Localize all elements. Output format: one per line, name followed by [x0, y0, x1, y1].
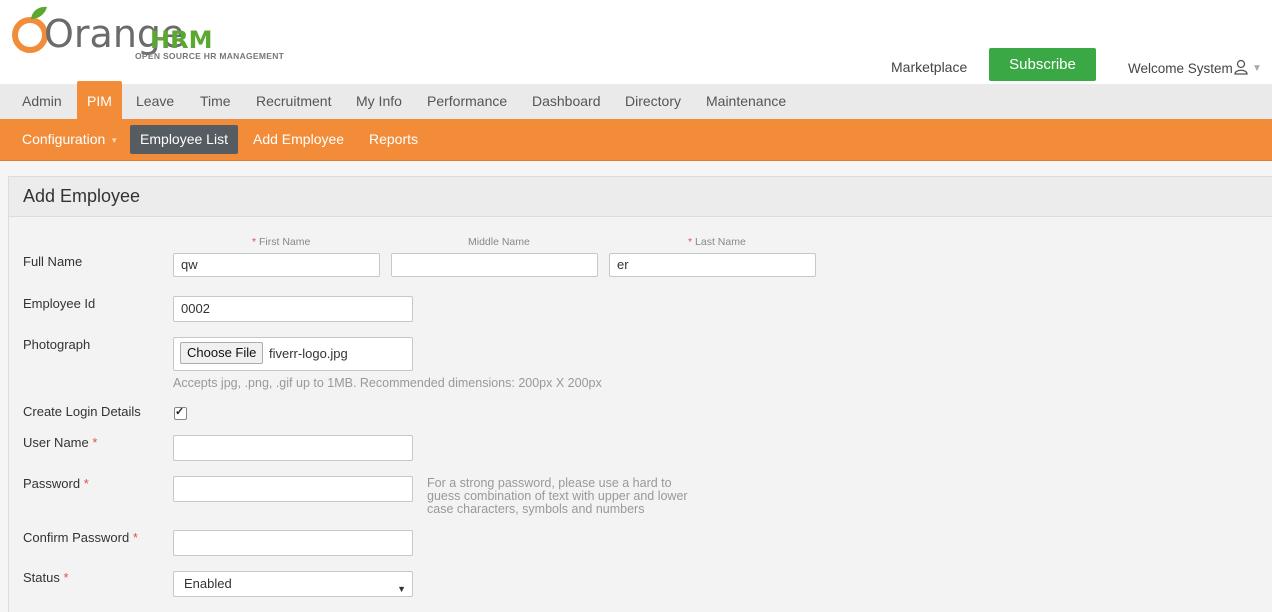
- logo-hrm-text: HRM: [150, 26, 213, 54]
- main-navigation: Admin PIM Leave Time Recruitment My Info…: [0, 81, 1272, 119]
- status-selected-value: Enabled: [184, 576, 232, 591]
- sub-navigation: Configuration ▼ Employee List Add Employe…: [0, 119, 1272, 161]
- panel-header: Add Employee: [9, 177, 1272, 217]
- marketplace-link[interactable]: Marketplace: [891, 59, 967, 75]
- nav-admin[interactable]: Admin: [22, 84, 62, 119]
- page-title: Add Employee: [23, 186, 141, 206]
- photograph-label: Photograph: [23, 337, 91, 352]
- chevron-down-icon[interactable]: ▼: [1252, 63, 1262, 74]
- employee-id-label: Employee Id: [23, 296, 96, 311]
- choose-file-button[interactable]: Choose File: [180, 342, 264, 364]
- full-name-label: Full Name: [23, 254, 83, 269]
- password-hint-line-3: case characters, symbols and numbers: [427, 502, 645, 516]
- password-label: Password *: [23, 476, 89, 491]
- nav-pim[interactable]: PIM: [77, 81, 122, 119]
- status-select[interactable]: Enabled ▼: [173, 571, 413, 597]
- username-label: User Name *: [23, 435, 98, 450]
- confirm-password-input[interactable]: [173, 530, 413, 556]
- subnav-configuration[interactable]: Configuration ▼: [22, 119, 118, 160]
- password-input[interactable]: [173, 476, 413, 502]
- password-hint-line-2: guess combination of text with upper and…: [427, 489, 688, 503]
- photo-hint: Accepts jpg, .png, .gif up to 1MB. Recom…: [173, 376, 602, 390]
- nav-directory[interactable]: Directory: [625, 84, 681, 119]
- status-label: Status *: [23, 570, 69, 585]
- welcome-user-menu[interactable]: Welcome System: [1128, 61, 1233, 76]
- add-employee-panel: Add Employee * First Name Middle Name * …: [8, 176, 1272, 612]
- middle-name-input[interactable]: [391, 253, 598, 277]
- last-name-label: * Last Name: [688, 236, 746, 248]
- nav-time[interactable]: Time: [200, 84, 231, 119]
- photograph-file-input[interactable]: Choose File fiverr-logo.jpg: [173, 337, 413, 371]
- password-hint-line-1: For a strong password, please use a hard…: [427, 476, 672, 490]
- create-login-checkbox[interactable]: ✓: [174, 406, 187, 420]
- nav-recruitment[interactable]: Recruitment: [256, 84, 331, 119]
- nav-maintenance[interactable]: Maintenance: [706, 84, 786, 119]
- checkmark-icon: ✓: [175, 406, 185, 418]
- chevron-down-icon: ▼: [397, 584, 406, 594]
- nav-performance[interactable]: Performance: [427, 84, 507, 119]
- top-header: Orange HRM OPEN SOURCE HR MANAGEMENT Mar…: [0, 0, 1272, 84]
- middle-name-label: Middle Name: [468, 236, 530, 248]
- subnav-add-employee[interactable]: Add Employee: [253, 119, 344, 160]
- last-name-input[interactable]: er: [609, 253, 816, 277]
- nav-dashboard[interactable]: Dashboard: [532, 84, 601, 119]
- subnav-reports[interactable]: Reports: [369, 119, 418, 160]
- orangehrm-logo[interactable]: Orange HRM OPEN SOURCE HR MANAGEMENT: [10, 4, 310, 74]
- subnav-configuration-label: Configuration: [22, 131, 106, 147]
- user-icon[interactable]: [1234, 59, 1248, 75]
- nav-leave[interactable]: Leave: [136, 84, 174, 119]
- logo-tagline: OPEN SOURCE HR MANAGEMENT: [135, 51, 285, 61]
- subnav-employee-list[interactable]: Employee List: [130, 125, 238, 154]
- first-name-input[interactable]: qw: [173, 253, 380, 277]
- username-input[interactable]: [173, 435, 413, 461]
- employee-id-input[interactable]: 0002: [173, 296, 413, 322]
- create-login-label: Create Login Details: [23, 404, 141, 419]
- chevron-down-icon: ▼: [110, 135, 119, 145]
- confirm-password-label: Confirm Password *: [23, 530, 138, 545]
- subscribe-button[interactable]: Subscribe: [989, 48, 1096, 81]
- first-name-label: * First Name: [252, 236, 311, 248]
- nav-my-info[interactable]: My Info: [356, 84, 402, 119]
- selected-file-name: fiverr-logo.jpg: [269, 346, 348, 361]
